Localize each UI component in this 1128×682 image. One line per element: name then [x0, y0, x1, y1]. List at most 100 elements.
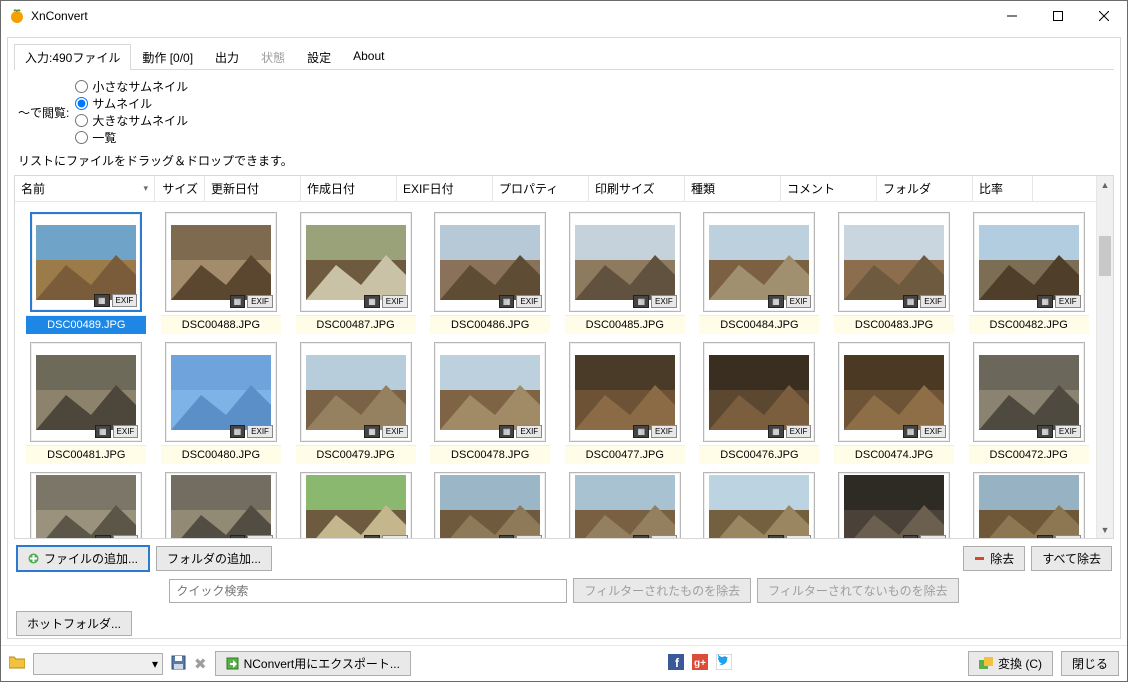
exif-badge: EXIF — [786, 295, 812, 308]
column-header-0[interactable]: 名前▾ — [15, 176, 155, 201]
close-app-button[interactable]: 閉じる — [1061, 651, 1119, 676]
thumbnail-item[interactable]: ▦EXIFDSC00478.JPG — [423, 334, 558, 464]
exif-badge: EXIF — [382, 535, 408, 538]
tab-0[interactable]: 入力:490ファイル — [14, 44, 131, 70]
thumbnail-item[interactable]: ▦EXIFDSC00476.JPG — [692, 334, 827, 464]
thumbnail-item[interactable]: ▦EXIF — [19, 464, 154, 538]
thumbnail-item[interactable]: ▦EXIF — [827, 464, 962, 538]
twitter-icon[interactable] — [716, 654, 732, 673]
column-header-9[interactable]: フォルダ — [877, 176, 973, 201]
thumbnail-frame: ▦EXIF — [300, 472, 412, 538]
thumbnail-badges: ▦EXIF — [230, 535, 273, 538]
tab-2[interactable]: 出力 — [204, 44, 250, 70]
add-folder-button[interactable]: フォルダの追加... — [156, 546, 272, 571]
exif-badge: EXIF — [247, 535, 273, 538]
thumbnail-item[interactable]: ▦EXIFDSC00484.JPG — [692, 204, 827, 334]
thumbnail-item[interactable]: ▦EXIFDSC00488.JPG — [154, 204, 289, 334]
pic-badge: ▦ — [95, 535, 111, 538]
thumbnail-item[interactable]: ▦EXIFDSC00483.JPG — [827, 204, 962, 334]
thumbnail-image — [709, 475, 809, 539]
thumbnail-badges: ▦EXIF — [903, 535, 946, 538]
view-option-radio[interactable] — [75, 80, 88, 93]
column-header-1[interactable]: サイズ — [155, 176, 205, 201]
vertical-scrollbar[interactable]: ▲ ▼ — [1096, 176, 1113, 538]
add-file-button[interactable]: ファイルの追加... — [16, 545, 150, 572]
thumbnail-item[interactable]: ▦EXIF — [558, 464, 693, 538]
thumbnail-item[interactable]: ▦EXIFDSC00479.JPG — [288, 334, 423, 464]
column-header-2[interactable]: 更新日付 — [205, 176, 301, 201]
view-option-radio[interactable] — [75, 131, 88, 144]
app-icon — [9, 8, 25, 24]
open-folder-icon[interactable] — [9, 655, 25, 672]
pic-badge: ▦ — [364, 295, 380, 308]
googleplus-icon[interactable]: g+ — [692, 654, 708, 673]
preset-dropdown[interactable]: ▾ — [33, 653, 163, 675]
thumbnail-item[interactable]: ▦EXIFDSC00474.JPG — [827, 334, 962, 464]
thumbnail-frame: ▦EXIF — [30, 342, 142, 442]
tab-5[interactable]: About — [342, 44, 395, 70]
thumbnail-image — [440, 355, 540, 430]
remove-filtered-button[interactable]: フィルターされたものを除去 — [573, 578, 751, 603]
thumbnail-frame: ▦EXIF — [434, 342, 546, 442]
remove-button[interactable]: 除去 — [963, 546, 1025, 571]
view-option-1[interactable]: サムネイル — [75, 95, 188, 112]
column-header-6[interactable]: 印刷サイズ — [589, 176, 685, 201]
facebook-icon[interactable]: f — [668, 654, 684, 673]
view-option-3[interactable]: 一覧 — [75, 129, 188, 146]
view-option-2[interactable]: 大きなサムネイル — [75, 112, 188, 129]
maximize-button[interactable] — [1035, 1, 1081, 31]
thumbnail-item[interactable]: ▦EXIFDSC00489.JPG — [19, 204, 154, 334]
thumbnail-item[interactable]: ▦EXIFDSC00477.JPG — [558, 334, 693, 464]
exif-badge: EXIF — [516, 535, 542, 538]
scroll-thumb[interactable] — [1099, 236, 1111, 276]
thumbnail-item[interactable]: ▦EXIF — [154, 464, 289, 538]
thumbnail-item[interactable]: ▦EXIFDSC00480.JPG — [154, 334, 289, 464]
quick-search-input[interactable] — [169, 579, 567, 603]
view-option-radio[interactable] — [75, 97, 88, 110]
thumbnail-item[interactable]: ▦EXIFDSC00485.JPG — [558, 204, 693, 334]
thumbnail-item[interactable]: ▦EXIFDSC00486.JPG — [423, 204, 558, 334]
thumbnail-item[interactable]: ▦EXIFDSC00487.JPG — [288, 204, 423, 334]
exif-badge: EXIF — [382, 425, 408, 438]
thumbnail-item[interactable]: ▦EXIF — [692, 464, 827, 538]
thumbnail-item[interactable]: ▦EXIFDSC00472.JPG — [961, 334, 1096, 464]
view-option-0[interactable]: 小さなサムネイル — [75, 78, 188, 95]
tab-4[interactable]: 設定 — [296, 44, 342, 70]
thumbnail-filename: DSC00481.JPG — [26, 445, 146, 464]
thumbnail-frame: ▦EXIF — [569, 472, 681, 538]
close-button[interactable] — [1081, 1, 1127, 31]
scroll-down-button[interactable]: ▼ — [1097, 521, 1113, 538]
view-option-radio[interactable] — [75, 114, 88, 127]
thumbnail-frame: ▦EXIF — [434, 212, 546, 312]
column-header-3[interactable]: 作成日付 — [301, 176, 397, 201]
thumbnail-item[interactable]: ▦EXIF — [288, 464, 423, 538]
hot-folder-button[interactable]: ホットフォルダ... — [16, 611, 132, 636]
thumbnail-item[interactable]: ▦EXIF — [961, 464, 1096, 538]
save-icon[interactable] — [171, 655, 186, 673]
thumbnail-filename: DSC00482.JPG — [969, 315, 1089, 334]
column-header-4[interactable]: EXIF日付 — [397, 176, 493, 201]
scroll-up-button[interactable]: ▲ — [1097, 176, 1113, 193]
column-header-8[interactable]: コメント — [781, 176, 877, 201]
tab-1[interactable]: 動作 [0/0] — [131, 44, 204, 70]
thumbnail-badges: ▦EXIF — [768, 425, 811, 438]
remove-unfiltered-button[interactable]: フィルターされてないものを除去 — [757, 578, 958, 603]
convert-button[interactable]: 変換 (C) — [968, 651, 1053, 676]
thumbnail-image — [979, 225, 1079, 300]
column-header-7[interactable]: 種類 — [685, 176, 781, 201]
minimize-button[interactable] — [989, 1, 1035, 31]
delete-icon[interactable]: ✖ — [194, 655, 207, 673]
thumbnail-item[interactable]: ▦EXIF — [423, 464, 558, 538]
grid-area: 名前▾サイズ更新日付作成日付EXIF日付プロパティ印刷サイズ種類コメントフォルダ… — [15, 176, 1096, 538]
thumbnail-item[interactable]: ▦EXIFDSC00482.JPG — [961, 204, 1096, 334]
thumbnail-frame: ▦EXIF — [165, 342, 277, 442]
export-nconvert-button[interactable]: NConvert用にエクスポート... — [215, 651, 411, 676]
thumbnail-image — [306, 475, 406, 539]
thumbnail-item[interactable]: ▦EXIF DSC00481.JPG — [19, 334, 154, 464]
content-panel: 入力:490ファイル動作 [0/0]出力状態設定About 〜で閲覧: 小さなサ… — [7, 37, 1121, 639]
column-header-10[interactable]: 比率 — [973, 176, 1033, 201]
remove-all-button[interactable]: すべて除去 — [1031, 546, 1112, 571]
thumbnail-filename: DSC00483.JPG — [834, 315, 954, 334]
window-controls — [989, 1, 1127, 31]
column-header-5[interactable]: プロパティ — [493, 176, 589, 201]
